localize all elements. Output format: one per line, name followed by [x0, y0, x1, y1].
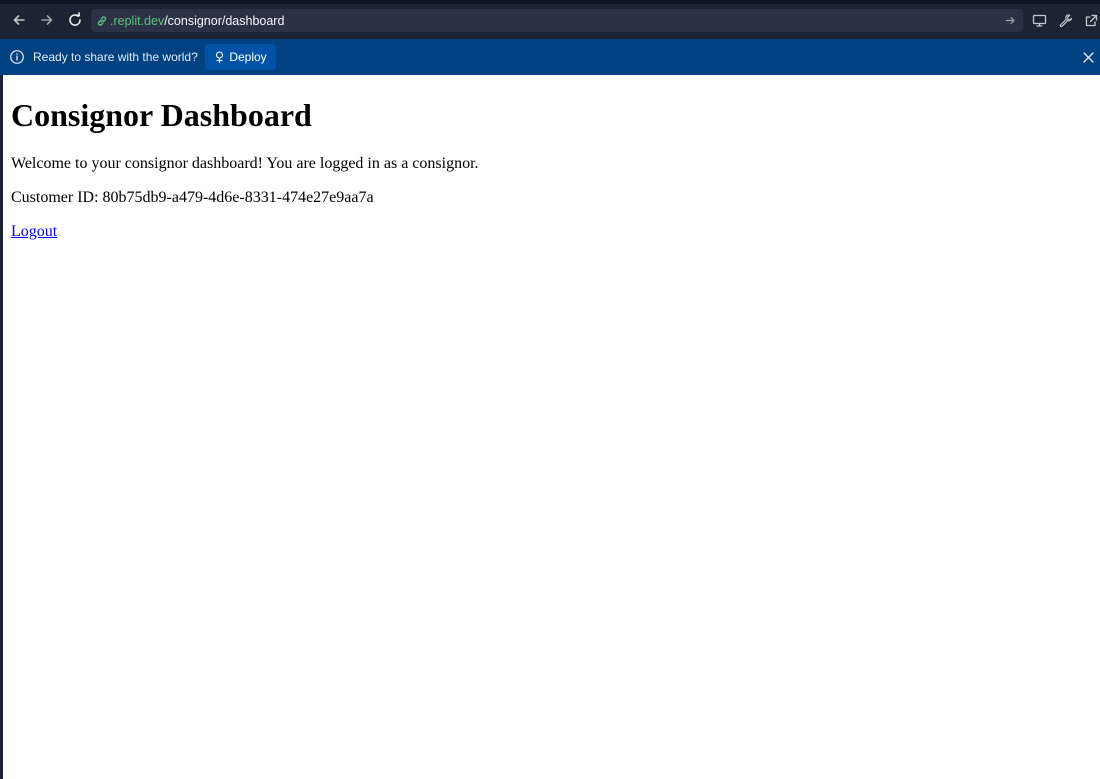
devices-button[interactable] [1030, 11, 1048, 29]
page-title: Consignor Dashboard [11, 97, 312, 133]
monitor-icon [1032, 14, 1046, 27]
banner-message: Ready to share with the world? [33, 50, 198, 64]
reload-button[interactable] [65, 10, 85, 30]
info-icon [10, 50, 24, 64]
arrow-left-icon [13, 15, 25, 25]
deploy-icon [216, 51, 224, 63]
reload-icon [69, 12, 81, 26]
back-button[interactable] [9, 10, 29, 30]
url-domain: .replit.dev [110, 13, 165, 28]
customer-id-text: Customer ID: 80b75db9-a479-4d6e-8331-474… [11, 189, 374, 206]
link-icon [95, 14, 109, 28]
welcome-text: Welcome to your consignor dashboard! You… [11, 155, 479, 172]
tab-strip-edge [0, 0, 1100, 4]
open-external-button[interactable] [1082, 11, 1100, 29]
wrench-icon [1059, 13, 1072, 27]
go-button[interactable] [1003, 13, 1017, 27]
browser-toolbar: .replit.dev/consignor/dashboard [0, 0, 1100, 39]
deploy-button[interactable]: Deploy [205, 44, 276, 70]
close-icon [1082, 51, 1094, 63]
logout-link[interactable]: Logout [11, 223, 57, 241]
close-banner-button[interactable] [1081, 50, 1095, 64]
url-path: /consignor/dashboard [164, 13, 285, 28]
arrow-right-icon [1005, 16, 1015, 24]
deploy-banner: Ready to share with the world? Deploy [0, 39, 1100, 75]
forward-button[interactable] [37, 10, 57, 30]
url-bar[interactable]: .replit.dev/consignor/dashboard [91, 9, 1023, 32]
external-link-icon [1085, 14, 1097, 26]
arrow-right-icon [41, 15, 53, 25]
deploy-button-label: Deploy [229, 50, 267, 64]
devtools-button[interactable] [1056, 11, 1074, 29]
webview-page: Consignor Dashboard Welcome to your cons… [3, 75, 1100, 779]
